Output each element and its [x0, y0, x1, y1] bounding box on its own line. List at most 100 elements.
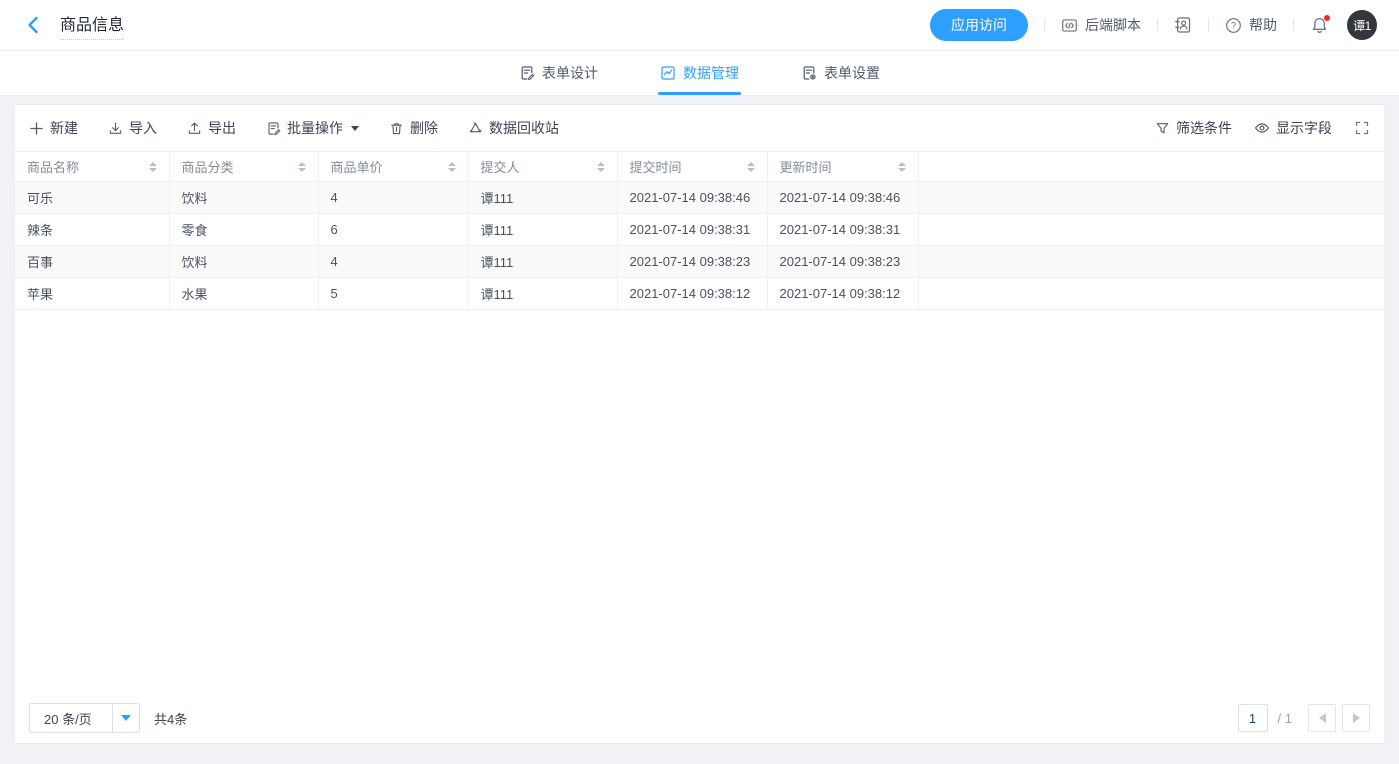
export-button[interactable]: 导出: [187, 118, 236, 138]
data-table: 商品名称 商品分类 商品单价 提交人 提交时间更新时间 可乐饮料4谭1112021-07…: [15, 151, 1384, 310]
batch-edit-icon: [266, 121, 281, 136]
filter-label: 筛选条件: [1176, 118, 1232, 138]
table-cell-empty: [918, 182, 1384, 214]
chevron-down-icon: [351, 126, 359, 131]
prev-page-button[interactable]: [1308, 704, 1336, 732]
sort-icon[interactable]: [448, 162, 456, 172]
table-row[interactable]: 可乐饮料4谭1112021-07-14 09:38:462021-07-14 0…: [15, 182, 1384, 214]
page-size-value: 20 条/页: [30, 704, 112, 732]
table-cell: 4: [318, 246, 468, 278]
recycle-bin-button[interactable]: 数据回收站: [468, 118, 559, 138]
avatar[interactable]: 谭1: [1347, 10, 1377, 40]
notification-badge: [1323, 14, 1331, 22]
table-cell: 6: [318, 214, 468, 246]
table-cell-empty: [918, 278, 1384, 310]
table-cell: 2021-07-14 09:38:23: [617, 246, 767, 278]
fullscreen-icon[interactable]: [1354, 120, 1370, 136]
table-cell: 2021-07-14 09:38:12: [617, 278, 767, 310]
table-zone: 商品名称 商品分类 商品单价 提交人 提交时间更新时间 可乐饮料4谭1112021-07…: [15, 151, 1384, 699]
eye-icon: [1254, 120, 1270, 136]
total-count-label: 共4条: [154, 709, 187, 728]
table-body: 可乐饮料4谭1112021-07-14 09:38:462021-07-14 0…: [15, 182, 1384, 310]
show-fields-label: 显示字段: [1276, 118, 1332, 138]
triangle-right-icon: [1353, 713, 1360, 723]
export-icon: [187, 121, 202, 136]
page-title[interactable]: 商品信息: [60, 11, 124, 40]
filter-button[interactable]: 筛选条件: [1155, 118, 1232, 138]
table-cell: 水果: [169, 278, 318, 310]
import-icon: [108, 121, 123, 136]
help-icon: ?: [1225, 17, 1242, 34]
next-page-button[interactable]: [1342, 704, 1370, 732]
divider: [1293, 18, 1294, 32]
tab-form-settings[interactable]: 表单设置: [799, 51, 882, 95]
delete-label: 删除: [410, 118, 438, 138]
page-number-input[interactable]: [1238, 704, 1268, 732]
sort-icon[interactable]: [597, 162, 605, 172]
chevron-down-icon: [112, 704, 139, 732]
column-header[interactable]: 商品单价: [318, 152, 468, 182]
table-cell: 辣条: [15, 214, 169, 246]
funnel-icon: [1155, 121, 1170, 136]
show-fields-button[interactable]: 显示字段: [1254, 118, 1332, 138]
sort-icon[interactable]: [298, 162, 306, 172]
page-size-select[interactable]: 20 条/页: [29, 703, 140, 733]
table-cell: 谭111: [468, 278, 617, 310]
batch-operations-button[interactable]: 批量操作: [266, 118, 359, 138]
toolbar-left: 新建 导入 导出: [29, 118, 559, 138]
column-header[interactable]: 商品名称: [15, 152, 169, 182]
trash-icon: [389, 121, 404, 136]
pagination: / 1: [1238, 704, 1370, 732]
table-cell: 苹果: [15, 278, 169, 310]
table-cell: 谭111: [468, 246, 617, 278]
column-header[interactable]: 提交人: [468, 152, 617, 182]
tab-data-management[interactable]: 数据管理: [658, 51, 741, 95]
form-design-icon: [519, 65, 535, 81]
delete-button[interactable]: 删除: [389, 118, 438, 138]
column-header-empty: [918, 152, 1384, 182]
table-row[interactable]: 百事饮料4谭1112021-07-14 09:38:232021-07-14 0…: [15, 246, 1384, 278]
table-footer: 20 条/页 共4条 / 1: [15, 699, 1384, 743]
address-book-icon[interactable]: [1174, 16, 1192, 34]
import-button[interactable]: 导入: [108, 118, 157, 138]
table-row[interactable]: 苹果水果5谭1112021-07-14 09:38:122021-07-14 0…: [15, 278, 1384, 310]
form-settings-icon: [801, 65, 817, 81]
tab-underline: [658, 92, 741, 95]
column-header-label: 商品分类: [182, 157, 234, 176]
sort-icon[interactable]: [747, 162, 755, 172]
backend-script-label: 后端脚本: [1085, 15, 1141, 35]
table-cell: 谭111: [468, 182, 617, 214]
column-header[interactable]: 商品分类: [169, 152, 318, 182]
column-header[interactable]: 提交时间: [617, 152, 767, 182]
table-cell: 2021-07-14 09:38:12: [767, 278, 918, 310]
column-header-label: 提交人: [481, 157, 520, 176]
table-cell-empty: [918, 214, 1384, 246]
recycle-icon: [468, 121, 483, 136]
table-cell: 可乐: [15, 182, 169, 214]
sort-icon[interactable]: [149, 162, 157, 172]
table-cell: 2021-07-14 09:38:46: [617, 182, 767, 214]
back-icon[interactable]: [22, 12, 48, 38]
column-header[interactable]: 更新时间: [767, 152, 918, 182]
import-label: 导入: [129, 118, 157, 138]
column-header-label: 商品名称: [27, 157, 79, 176]
code-icon: [1061, 17, 1078, 34]
table-row[interactable]: 辣条零食6谭1112021-07-14 09:38:312021-07-14 0…: [15, 214, 1384, 246]
notification-bell-icon[interactable]: [1310, 16, 1329, 35]
new-button[interactable]: 新建: [29, 118, 78, 138]
divider: [1157, 18, 1158, 32]
column-header-label: 商品单价: [331, 157, 383, 176]
plus-icon: [29, 121, 44, 136]
tab-label: 表单设计: [542, 63, 598, 83]
tab-form-design[interactable]: 表单设计: [517, 51, 600, 95]
top-header: 商品信息 应用访问 后端脚本: [0, 0, 1399, 51]
page-total-label: / 1: [1278, 711, 1292, 726]
app-access-button[interactable]: 应用访问: [930, 9, 1028, 41]
table-cell: 2021-07-14 09:38:46: [767, 182, 918, 214]
sort-icon[interactable]: [898, 162, 906, 172]
backend-script-button[interactable]: 后端脚本: [1061, 15, 1141, 35]
table-cell: 4: [318, 182, 468, 214]
help-button[interactable]: ? 帮助: [1225, 15, 1277, 35]
recycle-bin-label: 数据回收站: [489, 118, 559, 138]
table-cell: 5: [318, 278, 468, 310]
